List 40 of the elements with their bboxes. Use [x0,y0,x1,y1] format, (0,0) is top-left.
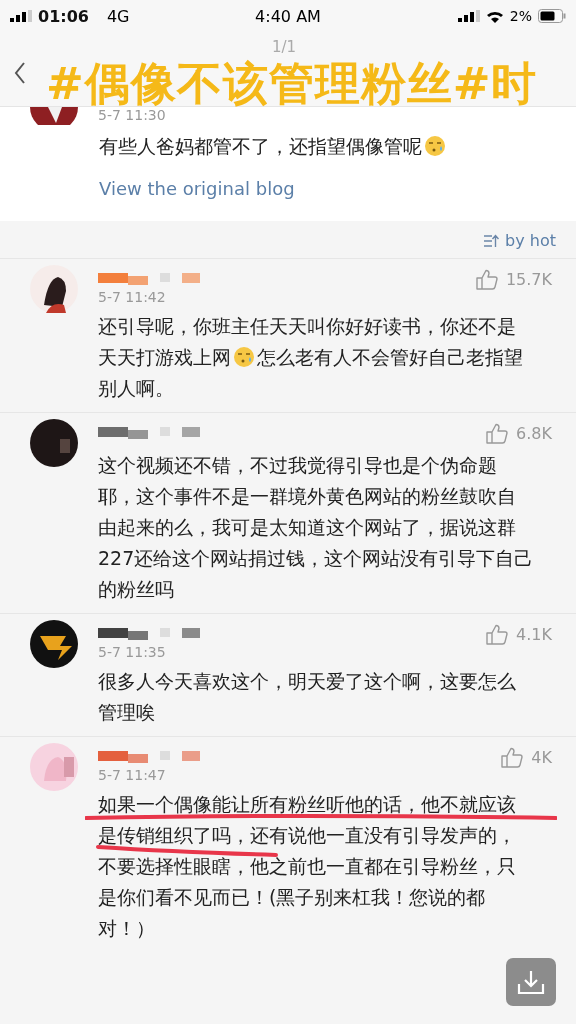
comment-text: 还引导呢，你班主任天天叫你好好读书，你还不是天天打游戏上网 怎么老有人不会管好自己老指望别人啊。 [98,314,524,401]
comment-text: 有些人爸妈都管不了，还指望偶像管呢 [99,131,535,162]
comment-time: 5-7 11:35 [98,644,167,660]
download-button[interactable] [506,958,556,1006]
emoji-icon [424,135,446,157]
clock-text: 01:06 [38,6,89,26]
comment-time: 5-7 11:30 [98,107,166,123]
thumbs-up-icon [475,269,498,290]
like-button[interactable]: 4K [501,743,552,768]
thumbs-up-icon [486,624,509,645]
like-button[interactable]: 15.7K [475,265,552,290]
comment-text: 这个视频还不错，不过我觉得引导也是个伪命题耶，这个事件不是一群境外黄色网站的粉丝鼓吹自由起来的么，我可是太知道这个网站了，据说这群227还给这个网站捐过钱，这个网站没有引导下自己的粉丝吗 [98,453,534,602]
page-counter: 1/1 [272,38,297,56]
signal-icon [457,10,480,22]
battery-icon [538,9,566,23]
comment-text: 如果一个偶像能让所有粉丝听他的话，他不就应该是传销组织了吗，还有说他一直没有引导发声的，不要选择性眼瞎，他之前也一直都在引导粉丝，只是你们看不见而已！(黑子别来杠我！您说的都对！） [98,792,517,941]
like-button[interactable]: 6.8K [486,419,552,444]
comment-text: 很多人今天喜欢这个，明天爱了这个啊，这要怎么管理唉 [98,669,517,725]
thumbs-up-icon [501,747,524,768]
back-button[interactable] [14,62,26,84]
avatar [30,265,78,313]
status-time: 4:40 AM [255,6,321,26]
original-blog-link[interactable]: View the original blog [99,178,556,199]
caption-overlay: #偶像不该管理粉丝#时 [46,56,538,110]
sort-icon [483,233,500,248]
avatar [30,620,78,668]
network-type: 4G [106,6,130,26]
like-button[interactable]: 4.1K [486,620,552,645]
download-icon [517,969,545,995]
comment-time: 5-7 11:47 [98,767,167,783]
comment-time: 5-7 11:42 [98,289,167,305]
chevron-left-icon [14,62,26,84]
thumbs-up-icon [486,423,509,444]
wifi-icon [485,9,504,23]
signal-icon [10,10,32,22]
battery-percent: 2% [509,8,532,24]
avatar [30,419,78,467]
emoji-icon [233,346,255,368]
avatar [30,743,78,791]
sort-button[interactable]: by hot [483,231,556,250]
